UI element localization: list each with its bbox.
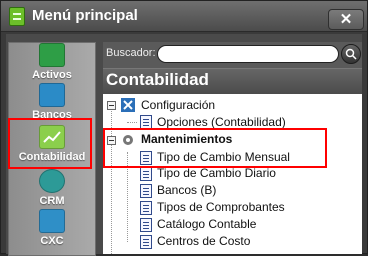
document-icon — [140, 235, 152, 249]
search-button[interactable] — [341, 44, 361, 64]
sidebar-item-label: CRM — [39, 195, 65, 207]
sidebar-item-cxc[interactable]: CXC — [9, 209, 95, 247]
collapse-toggle[interactable] — [107, 101, 116, 110]
sidebar-item-label: Activos — [32, 69, 72, 81]
document-icon — [140, 167, 152, 181]
mantenimientos-highlight — [103, 128, 327, 168]
activos-icon — [39, 43, 65, 67]
search-input[interactable] — [157, 45, 339, 63]
search-icon — [345, 48, 357, 60]
cxc-icon — [39, 209, 65, 233]
sidebar-item-bancos[interactable]: Bancos — [9, 83, 95, 121]
sidebar-item-activos[interactable]: Activos — [9, 43, 95, 81]
bancos-icon — [39, 83, 65, 107]
tree-item-bancos-b[interactable]: Bancos (B) — [157, 183, 216, 197]
title-bar: Menú principal ✕ — [1, 1, 367, 32]
window-title: Menú principal — [32, 7, 138, 24]
tree-item-configuracion[interactable]: Configuración — [141, 98, 215, 112]
document-icon — [140, 218, 152, 232]
app-icon — [9, 7, 25, 26]
tree-item-tipo-cambio-diario[interactable]: Tipo de Cambio Diario — [157, 166, 276, 180]
tree-item-opciones[interactable]: Opciones (Contabilidad) — [157, 115, 286, 129]
tree-item-tipos-comprobantes[interactable]: Tipos de Comprobantes — [157, 200, 285, 214]
active-highlight — [8, 118, 92, 169]
document-icon — [140, 115, 152, 129]
crm-icon — [39, 169, 65, 193]
sidebar-item-crm[interactable]: CRM — [9, 169, 95, 207]
tree-item-centros-costo[interactable]: Centros de Costo — [157, 234, 250, 248]
document-icon — [140, 201, 152, 215]
sidebar-item-label: CXC — [40, 235, 64, 247]
section-title: Contabilidad — [106, 70, 209, 89]
configuracion-icon — [121, 98, 135, 112]
document-icon — [140, 184, 152, 198]
tree-line — [127, 122, 137, 123]
search-label: Buscador: — [106, 47, 156, 59]
close-button[interactable]: ✕ — [328, 9, 364, 30]
tree-item-catalogo-contable[interactable]: Catálogo Contable — [157, 217, 256, 231]
